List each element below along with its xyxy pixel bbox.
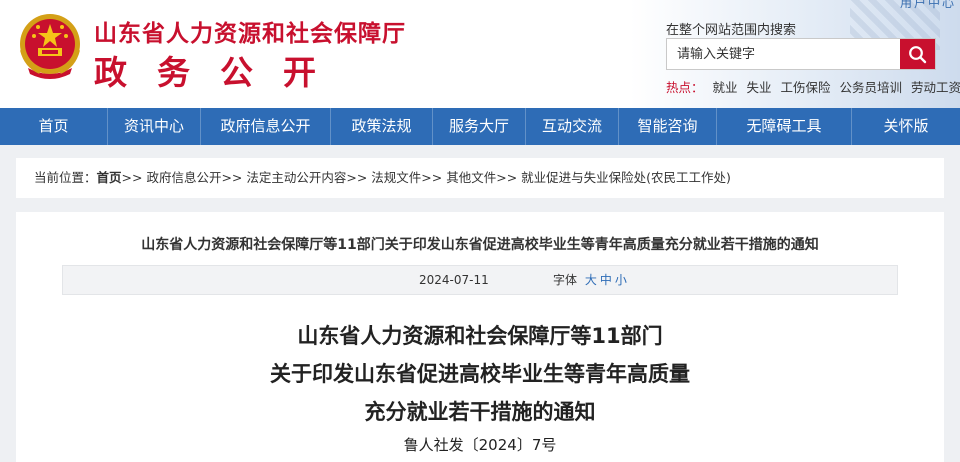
hot-label: 热点：	[666, 80, 704, 95]
document-number: 鲁人社发〔2024〕7号	[403, 436, 557, 454]
search-box	[666, 38, 936, 70]
nav-item-smart-consult[interactable]: 智能咨询	[619, 108, 717, 145]
document-headline-line-1: 山东省人力资源和社会保障厅等11部门	[297, 324, 663, 348]
hot-item[interactable]: 就业	[713, 80, 738, 95]
font-size-medium[interactable]: 中	[600, 273, 612, 287]
site-section-title: 政务公开	[94, 53, 346, 92]
document-headline-line-3: 充分就业若干措施的通知	[364, 400, 596, 424]
publish-date: 2024-07-11	[419, 273, 489, 287]
nav-item-gov-info[interactable]: 政府信息公开	[201, 108, 331, 145]
document-headline-line-2: 关于印发山东省促进高校毕业生等青年高质量	[270, 362, 690, 386]
breadcrumb-prefix: 当前位置：	[34, 170, 97, 185]
user-center-link[interactable]: 用户中心	[900, 0, 956, 11]
article-title: 山东省人力资源和社会保障厅等11部门关于印发山东省促进高校毕业生等青年高质量充分…	[141, 237, 819, 253]
nav-item-news[interactable]: 资讯中心	[108, 108, 201, 145]
nav-item-policy[interactable]: 政策法规	[331, 108, 433, 145]
breadcrumb: 当前位置：首页>> 政府信息公开>> 法定主动公开内容>> 法规文件>> 其他文…	[16, 158, 944, 198]
nav-item-interaction[interactable]: 互动交流	[526, 108, 619, 145]
main-nav: 首页 资讯中心 政府信息公开 政策法规 服务大厅 互动交流 智能咨询 无障碍工具…	[0, 108, 960, 145]
hot-item[interactable]: 劳动工资	[911, 80, 960, 95]
site-header: 用户中心 山东省人力资源和社会保障厅 政务公开 在整个网站范围内搜索 热点： 就…	[0, 0, 960, 108]
national-emblem-icon	[20, 14, 80, 79]
font-size-label: 字体	[553, 273, 578, 287]
font-size-large[interactable]: 大	[585, 273, 597, 287]
nav-item-care-mode[interactable]: 关怀版	[852, 108, 960, 145]
hot-item[interactable]: 工伤保险	[781, 80, 831, 95]
search-icon	[909, 46, 927, 64]
breadcrumb-path[interactable]: >> 政府信息公开>> 法定主动公开内容>> 法规文件>> 其他文件>> 就业促…	[122, 170, 731, 185]
article-panel: 山东省人力资源和社会保障厅等11部门关于印发山东省促进高校毕业生等青年高质量充分…	[16, 212, 944, 462]
nav-item-accessibility[interactable]: 无障碍工具	[717, 108, 852, 145]
hot-item[interactable]: 失业	[747, 80, 772, 95]
nav-item-home[interactable]: 首页	[0, 108, 108, 145]
breadcrumb-home[interactable]: 首页	[97, 170, 122, 185]
article-meta-bar: 2024-07-11 字体 大中小	[62, 265, 898, 295]
search-input[interactable]	[667, 39, 901, 69]
font-size-small[interactable]: 小	[615, 273, 627, 287]
hot-item[interactable]: 公务员培训	[840, 80, 903, 95]
hot-keywords: 热点： 就业 失业 工伤保险 公务员培训 劳动工资	[666, 77, 960, 96]
font-size-control: 字体 大中小	[553, 266, 627, 294]
nav-item-service-hall[interactable]: 服务大厅	[433, 108, 526, 145]
search-hint: 在整个网站范围内搜索	[666, 23, 797, 38]
search-button[interactable]	[900, 39, 935, 69]
site-name: 山东省人力资源和社会保障厅	[94, 21, 406, 47]
